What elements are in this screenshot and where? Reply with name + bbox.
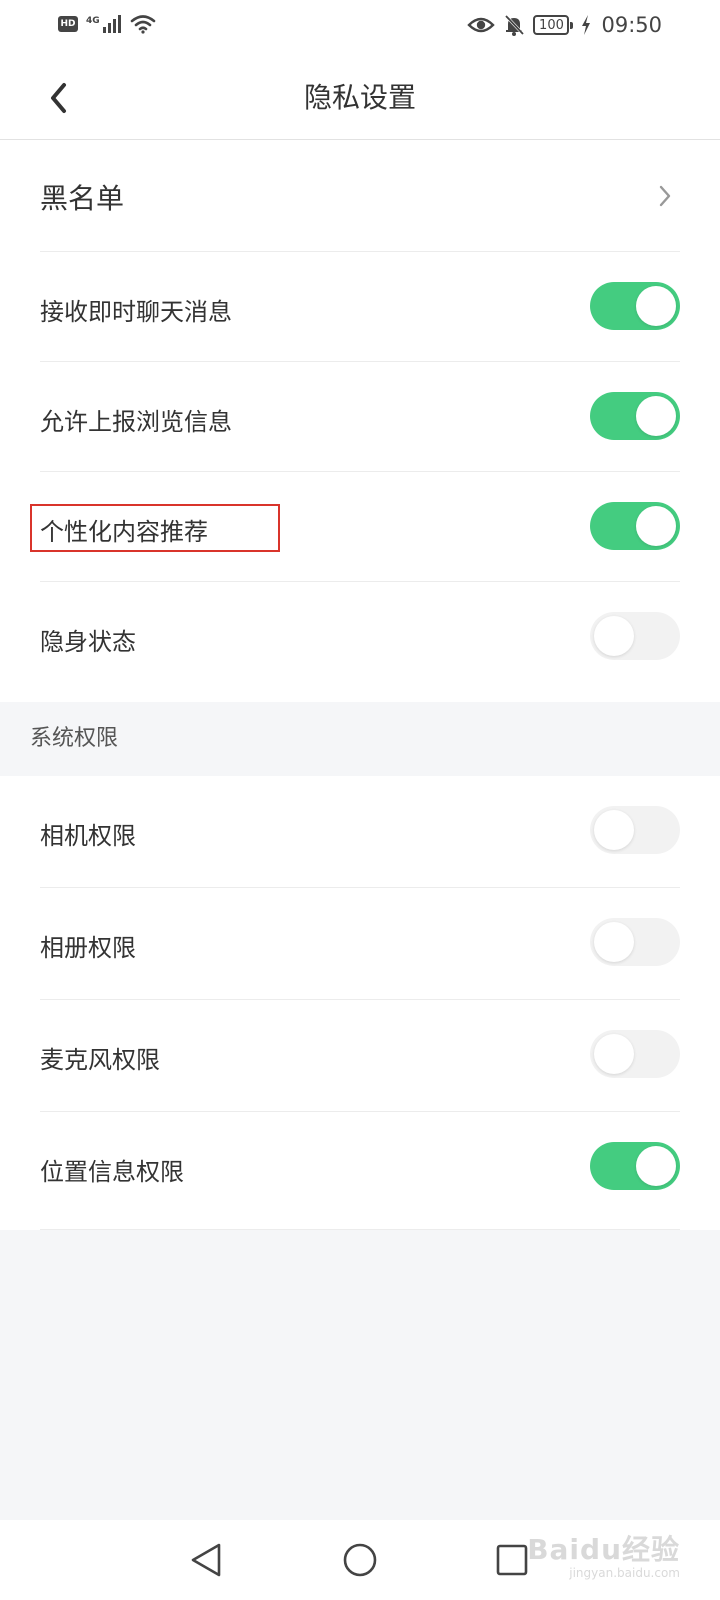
nav-home-button[interactable] xyxy=(336,1536,384,1584)
chevron-right-icon xyxy=(659,185,671,207)
toggle-knob xyxy=(636,1146,676,1186)
toggle-row-label: 麦克风权限 xyxy=(40,1046,160,1074)
toggle-row-label: 接收即时聊天消息 xyxy=(40,298,232,326)
square-recents-icon xyxy=(496,1544,528,1576)
watermark-sub: jingyan.baidu.com xyxy=(569,1566,680,1580)
toggle-row-invisible-status[interactable]: 隐身状态 xyxy=(0,582,720,702)
eye-icon xyxy=(467,17,496,33)
wifi-icon xyxy=(130,15,155,34)
toggle-row-label: 隐身状态 xyxy=(40,628,136,656)
network-label: 4G xyxy=(86,16,100,26)
status-left: HD 4G xyxy=(58,14,156,34)
charging-icon xyxy=(582,15,591,35)
clock: 09:50 xyxy=(601,13,662,37)
watermark: Baidu经验 jingyan.baidu.com xyxy=(527,1528,680,1580)
toggle-row-label: 允许上报浏览信息 xyxy=(40,408,232,436)
signal-icon: 4G xyxy=(86,15,122,33)
toggle-row-label: 个性化内容推荐 xyxy=(40,518,208,546)
toggle-row-location[interactable]: 位置信息权限 xyxy=(0,1112,720,1230)
divider xyxy=(40,1229,680,1230)
toggle-row-album[interactable]: 相册权限 xyxy=(0,888,720,1000)
toggle-row-label: 位置信息权限 xyxy=(40,1158,184,1186)
toggle-knob xyxy=(636,506,676,546)
toggle-row-personalized-content[interactable]: 个性化内容推荐 xyxy=(0,472,720,582)
system-permissions-section: 相机权限 相册权限 麦克风权限 位置信息权限 xyxy=(0,776,720,1230)
watermark-main: Baidu经验 xyxy=(527,1533,680,1566)
circle-home-icon xyxy=(343,1543,377,1577)
hd-badge: HD xyxy=(58,16,78,32)
section-title: 系统权限 xyxy=(30,726,119,751)
toggle-switch[interactable] xyxy=(590,918,680,966)
toggle-row-camera[interactable]: 相机权限 xyxy=(0,776,720,888)
toggle-switch[interactable] xyxy=(590,392,680,440)
status-bar: HD 4G 100 09:50 xyxy=(0,0,720,56)
section-header-system-permissions: 系统权限 xyxy=(0,702,720,776)
toggle-knob xyxy=(594,616,634,656)
mute-bell-icon xyxy=(505,14,525,36)
toggle-row-browsing-report[interactable]: 允许上报浏览信息 xyxy=(0,362,720,472)
page-title: 隐私设置 xyxy=(303,81,416,114)
status-right: 100 09:50 xyxy=(467,13,662,37)
toggle-switch[interactable] xyxy=(590,1142,680,1190)
battery-indicator: 100 xyxy=(533,15,574,35)
toggle-switch[interactable] xyxy=(590,806,680,854)
toggle-switch[interactable] xyxy=(590,1030,680,1078)
toggle-switch[interactable] xyxy=(590,612,680,660)
blacklist-row[interactable]: 黑名单 xyxy=(0,140,720,252)
blacklist-label: 黑名单 xyxy=(40,182,125,215)
toggle-knob xyxy=(636,396,676,436)
privacy-section: 黑名单 接收即时聊天消息 允许上报浏览信息 个性化内容推荐 隐身状态 xyxy=(0,140,720,702)
toggle-row-label: 相册权限 xyxy=(40,934,136,962)
back-button[interactable] xyxy=(36,76,80,120)
toggle-row-instant-chat[interactable]: 接收即时聊天消息 xyxy=(0,252,720,362)
chevron-left-icon xyxy=(51,83,66,113)
toggle-row-label: 相机权限 xyxy=(40,822,136,850)
header: 隐私设置 xyxy=(0,56,720,140)
toggle-knob xyxy=(594,810,634,850)
nav-back-button[interactable] xyxy=(182,1536,230,1584)
toggle-knob xyxy=(594,922,634,962)
toggle-knob xyxy=(636,286,676,326)
toggle-row-microphone[interactable]: 麦克风权限 xyxy=(0,1000,720,1112)
toggle-switch[interactable] xyxy=(590,282,680,330)
toggle-knob xyxy=(594,1034,634,1074)
triangle-back-icon xyxy=(191,1543,221,1577)
toggle-switch[interactable] xyxy=(590,502,680,550)
